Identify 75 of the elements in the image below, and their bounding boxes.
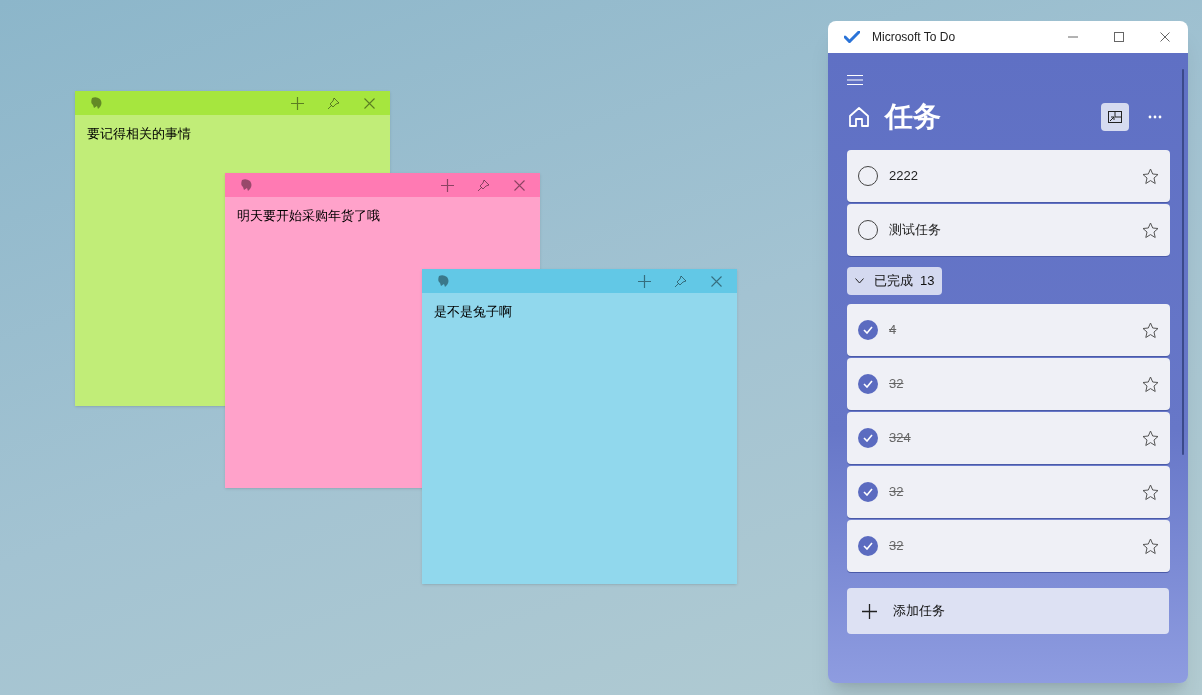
task-title: 32 <box>889 537 905 556</box>
star-icon <box>1141 375 1159 393</box>
close-button[interactable] <box>512 178 526 192</box>
add-note-button[interactable] <box>290 96 304 110</box>
star-icon <box>1141 429 1159 447</box>
plus-icon <box>637 274 651 288</box>
task-title: 4 <box>889 321 898 340</box>
star-icon <box>1141 483 1159 501</box>
star-button[interactable] <box>1141 221 1159 239</box>
star-button[interactable] <box>1141 429 1159 447</box>
task-card[interactable]: 测试任务 <box>847 204 1170 256</box>
task-title: 测试任务 <box>889 221 942 240</box>
window-title: Microsoft To Do <box>872 29 956 46</box>
add-note-button[interactable] <box>440 178 454 192</box>
check-icon <box>863 434 873 442</box>
task-checkbox[interactable] <box>858 536 878 556</box>
plus-icon <box>440 178 454 192</box>
close-icon <box>513 179 525 191</box>
check-icon <box>863 542 873 550</box>
background-button[interactable] <box>1101 103 1129 131</box>
task-title: 32 <box>889 375 905 394</box>
close-button[interactable] <box>362 96 376 110</box>
pin-icon <box>673 274 687 288</box>
more-icon <box>1148 115 1162 119</box>
add-note-button[interactable] <box>637 274 651 288</box>
scrollbar[interactable] <box>1182 69 1184 455</box>
task-card[interactable]: 32 <box>847 520 1170 572</box>
close-icon <box>1160 32 1170 42</box>
pin-button[interactable] <box>326 96 340 110</box>
task-card[interactable]: 324 <box>847 412 1170 464</box>
task-card[interactable]: 4 <box>847 304 1170 356</box>
task-checkbox[interactable] <box>858 482 878 502</box>
pin-button[interactable] <box>673 274 687 288</box>
star-button[interactable] <box>1141 537 1159 555</box>
star-button[interactable] <box>1141 375 1159 393</box>
task-checkbox[interactable] <box>858 428 878 448</box>
star-icon <box>1141 167 1159 185</box>
check-icon <box>863 488 873 496</box>
plus-icon <box>862 603 877 619</box>
star-icon <box>1141 221 1159 239</box>
check-icon <box>863 380 873 388</box>
close-icon <box>363 97 375 109</box>
star-button[interactable] <box>1141 167 1159 185</box>
note-text: 明天要开始采购年货了哦 <box>237 207 381 225</box>
list-title: 任务 <box>885 100 941 134</box>
task-title: 32 <box>889 483 905 502</box>
star-icon <box>1141 537 1159 555</box>
task-checkbox[interactable] <box>858 374 878 394</box>
completed-toggle[interactable]: 已完成 13 <box>847 267 943 295</box>
star-button[interactable] <box>1141 483 1159 501</box>
menu-button[interactable] <box>847 73 865 87</box>
close-button[interactable] <box>709 274 723 288</box>
star-icon <box>1141 321 1159 339</box>
close-icon <box>710 275 722 287</box>
pin-icon <box>326 96 340 110</box>
check-icon <box>863 326 873 334</box>
task-card[interactable]: 32 <box>847 358 1170 410</box>
task-card[interactable]: 32 <box>847 466 1170 518</box>
task-checkbox[interactable] <box>858 320 878 340</box>
add-task-button[interactable]: 添加任务 <box>847 588 1169 634</box>
menu-icon <box>847 74 863 86</box>
pin-icon <box>476 178 490 192</box>
chevron-down-icon <box>855 278 864 284</box>
plus-icon <box>290 96 304 110</box>
maximize-icon <box>1114 32 1124 42</box>
home-icon <box>847 105 871 129</box>
check-logo-icon <box>844 31 860 43</box>
note-text: 是不是兔子啊 <box>434 303 513 321</box>
task-card[interactable]: 2222 <box>847 150 1170 202</box>
note-text: 要记得相关的事情 <box>87 125 192 143</box>
task-title: 2222 <box>889 167 919 186</box>
picture-icon <box>1108 111 1122 123</box>
pin-button[interactable] <box>476 178 490 192</box>
task-title: 324 <box>889 429 912 448</box>
star-button[interactable] <box>1141 321 1159 339</box>
